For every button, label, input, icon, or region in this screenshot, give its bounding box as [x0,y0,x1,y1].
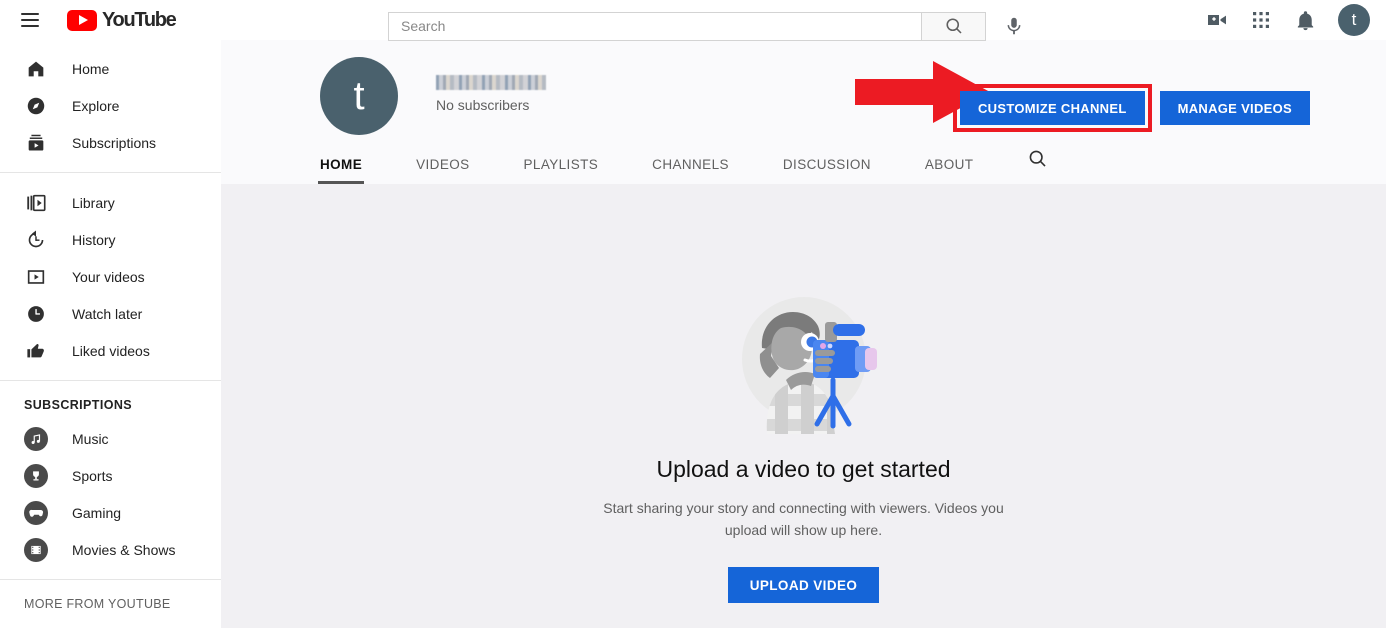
customize-channel-button[interactable]: CUSTOMIZE CHANNEL [960,91,1145,125]
sidebar-item-label: Your videos [72,269,145,285]
tab-videos[interactable]: VIDEOS [416,157,469,184]
upload-video-button[interactable]: UPLOAD VIDEO [728,567,880,603]
more-from-youtube-heading: MORE FROM YOUTUBE [0,591,221,619]
youtube-channel-page: YouTube [0,0,1386,628]
sidebar-item-movies-shows[interactable]: Movies & Shows [0,531,221,568]
search-input[interactable] [401,18,921,34]
sidebar-item-history[interactable]: History [0,221,221,258]
library-icon [24,191,48,215]
sidebar-item-home[interactable]: Home [0,50,221,87]
thumbs-up-icon [24,339,48,363]
search-submit-button[interactable] [922,12,986,41]
sidebar-divider [0,172,221,173]
sidebar-item-music[interactable]: Music [0,420,221,457]
sidebar-item-label: Movies & Shows [72,542,175,558]
sidebar-item-label: Home [72,61,109,77]
microphone-icon [1003,15,1025,37]
subscriptions-heading: SUBSCRIPTIONS [0,392,221,420]
tab-playlists[interactable]: PLAYLISTS [524,157,599,184]
search-icon [944,16,964,36]
youtube-play-icon [67,10,97,31]
channel-tabs: HOME VIDEOS PLAYLISTS CHANNELS DISCUSSIO… [320,140,1048,184]
channel-avatar[interactable]: t [320,57,398,135]
gamepad-icon [24,501,48,525]
top-right-actions: t [1204,0,1376,40]
main-content: t No subscribers CUSTOMIZE CHANNEL MANAG… [221,40,1386,628]
sidebar-divider [0,579,221,580]
channel-header: t No subscribers CUSTOMIZE CHANNEL MANAG… [221,40,1386,184]
channel-meta: No subscribers [436,57,546,113]
sidebar: Home Explore Subscriptions [0,40,221,628]
sidebar-item-library[interactable]: Library [0,184,221,221]
tab-home[interactable]: HOME [320,157,362,184]
search-box[interactable] [388,12,922,41]
tab-discussion[interactable]: DISCUSSION [783,157,871,184]
tab-channels[interactable]: CHANNELS [652,157,729,184]
subscriber-count: No subscribers [436,97,546,113]
top-navigation-bar: YouTube [0,0,1386,40]
youtube-logo-text: YouTube [102,9,175,32]
sidebar-item-label: Library [72,195,115,211]
customize-channel-highlight: CUSTOMIZE CHANNEL [953,84,1152,132]
empty-state: Upload a video to get started Start shar… [221,184,1386,628]
sidebar-item-subscriptions[interactable]: Subscriptions [0,124,221,161]
channel-action-buttons: CUSTOMIZE CHANNEL MANAGE VIDEOS [953,84,1310,132]
history-icon [24,228,48,252]
compass-icon [24,94,48,118]
sidebar-item-label: Gaming [72,505,121,521]
sidebar-item-label: Subscriptions [72,135,156,151]
manage-videos-button[interactable]: MANAGE VIDEOS [1160,91,1310,125]
account-avatar[interactable]: t [1338,4,1370,36]
search-area [388,6,1034,46]
music-note-icon [24,427,48,451]
channel-search-icon[interactable] [1027,148,1048,184]
sidebar-item-label: Sports [72,468,112,484]
home-icon [24,57,48,81]
sidebar-item-label: Music [72,431,109,447]
sidebar-item-sports[interactable]: Sports [0,457,221,494]
sidebar-item-gaming[interactable]: Gaming [0,494,221,531]
subscriptions-icon [24,131,48,155]
sidebar-item-label: Liked videos [72,343,150,359]
hamburger-menu-icon[interactable] [21,8,45,32]
clock-icon [24,302,48,326]
tab-about[interactable]: ABOUT [925,157,974,184]
sidebar-item-your-videos[interactable]: Your videos [0,258,221,295]
sidebar-item-explore[interactable]: Explore [0,87,221,124]
sidebar-item-watch-later[interactable]: Watch later [0,295,221,332]
sidebar-item-liked-videos[interactable]: Liked videos [0,332,221,369]
sidebar-item-label: Explore [72,98,119,114]
trophy-icon [24,464,48,488]
sidebar-divider [0,380,221,381]
voice-search-button[interactable] [994,6,1034,46]
person-filming-with-camera-illustration [729,284,879,434]
youtube-logo[interactable]: YouTube [67,9,175,32]
notifications-bell-icon[interactable] [1292,7,1318,33]
your-videos-icon [24,265,48,289]
film-icon [24,538,48,562]
channel-name-redacted [436,75,546,90]
sidebar-item-label: History [72,232,116,248]
create-video-icon[interactable] [1204,7,1230,33]
empty-state-subtitle: Start sharing your story and connecting … [581,497,1027,541]
sidebar-item-label: Watch later [72,306,142,322]
apps-grid-icon[interactable] [1248,7,1274,33]
empty-state-title: Upload a video to get started [221,456,1386,483]
